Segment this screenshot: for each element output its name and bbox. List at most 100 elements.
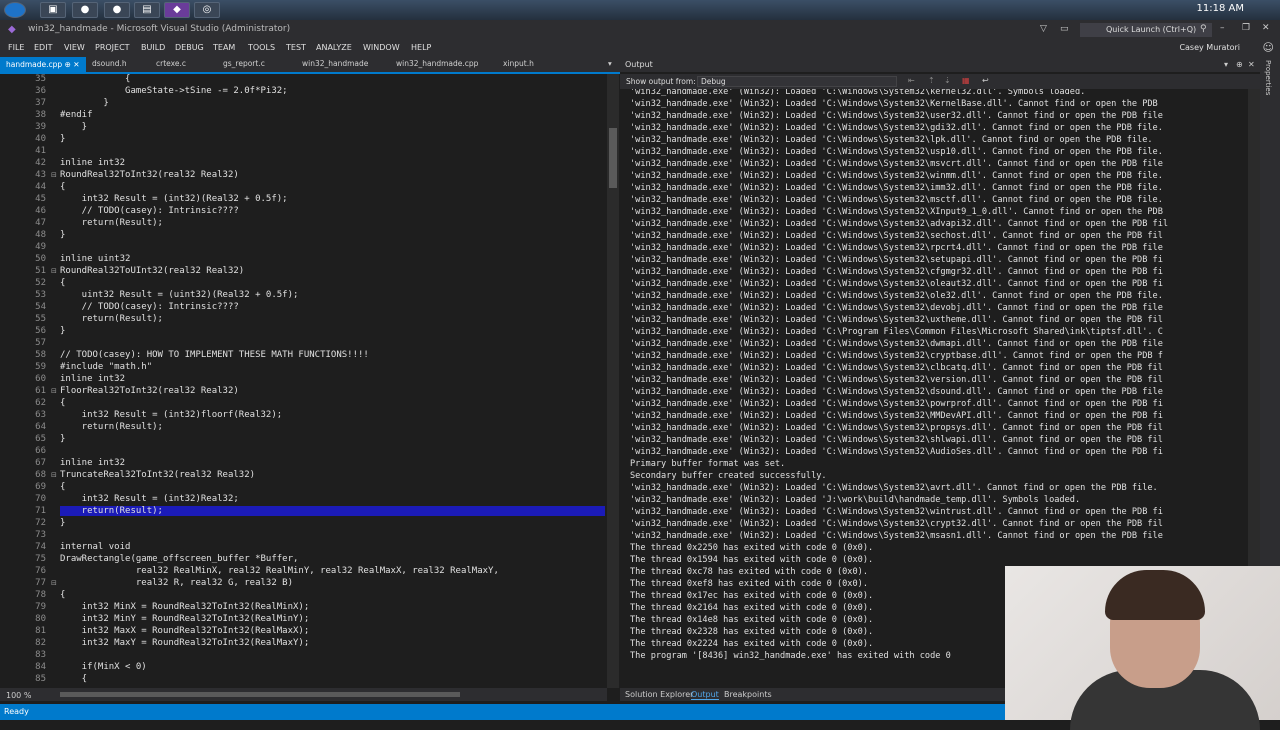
fold-toggle-icon[interactable]: ⊟ <box>51 387 57 395</box>
code-line[interactable]: RoundReal32ToUInt32(real32 Real32) <box>60 266 244 276</box>
close-tab-icon[interactable]: ✕ <box>73 60 79 69</box>
code-line[interactable]: int32 Result = (int32)floorf(Real32); <box>60 410 283 420</box>
code-editor[interactable]: 35 {36 GameState->tSine -= 2.0f*Pi32; 37 … <box>0 74 607 688</box>
code-line[interactable]: #endif <box>60 110 93 120</box>
taskbar-app-icon[interactable]: ● <box>104 2 130 18</box>
code-line[interactable]: // TODO(casey): HOW TO IMPLEMENT THESE M… <box>60 350 369 360</box>
code-line[interactable]: inline int32 <box>60 158 125 168</box>
tab-win32-handmade[interactable]: win32_handmade <box>302 59 368 68</box>
code-line[interactable]: if(MinX < 0) <box>60 662 147 672</box>
code-line[interactable]: } <box>60 434 65 444</box>
code-line[interactable]: DrawRectangle(game_offscreen_buffer *Buf… <box>60 554 298 564</box>
code-line[interactable]: inline int32 <box>60 374 125 384</box>
code-line[interactable]: } <box>60 122 87 132</box>
taskbar-app-icon[interactable]: ▤ <box>134 2 160 18</box>
menu-analyze[interactable]: ANALYZE <box>316 43 352 52</box>
output-source-select[interactable]: Debug <box>697 76 897 87</box>
code-line[interactable]: { <box>60 278 65 288</box>
tab-xinput-h[interactable]: xinput.h <box>503 59 534 68</box>
menu-help[interactable]: HELP <box>411 43 431 52</box>
fold-toggle-icon[interactable]: ⊟ <box>51 171 57 179</box>
tab-breakpoints[interactable]: Breakpoints <box>724 690 772 699</box>
fold-toggle-icon[interactable]: ⊟ <box>51 471 57 479</box>
code-line[interactable]: inline uint32 <box>60 254 130 264</box>
code-line[interactable]: real32 R, real32 G, real32 B) <box>60 578 293 588</box>
code-line[interactable]: int32 MaxX = RoundReal32ToInt32(RealMaxX… <box>60 626 310 636</box>
taskbar-app-icon[interactable]: ▣ <box>40 2 66 18</box>
menu-tools[interactable]: TOOLS <box>248 43 275 52</box>
pin-icon[interactable]: ⊕ <box>65 60 71 69</box>
code-line[interactable]: int32 MinY = RoundReal32ToInt32(RealMinY… <box>60 614 310 624</box>
word-wrap-icon[interactable]: ↩ <box>982 76 989 85</box>
taskbar-visual-studio-icon[interactable]: ◆ <box>164 2 190 18</box>
code-line[interactable]: // TODO(casey): Intrinsic???? <box>60 206 239 216</box>
filter-icon[interactable]: ▽ <box>1040 24 1047 34</box>
code-line[interactable]: { <box>60 398 65 408</box>
menu-build[interactable]: BUILD <box>141 43 165 52</box>
code-line[interactable]: FloorReal32ToInt32(real32 Real32) <box>60 386 239 396</box>
menu-project[interactable]: PROJECT <box>95 43 130 52</box>
menu-view[interactable]: VIEW <box>64 43 85 52</box>
menu-file[interactable]: FILE <box>8 43 24 52</box>
code-line[interactable]: GameState->tSine -= 2.0f*Pi32; <box>60 86 288 96</box>
taskbar-app-icon[interactable]: ● <box>72 2 98 18</box>
code-line[interactable]: real32 RealMinX, real32 RealMinY, real32… <box>60 566 499 576</box>
menu-debug[interactable]: DEBUG <box>175 43 204 52</box>
code-line-selected[interactable]: return(Result); <box>60 506 605 516</box>
tab-win32-handmade-cpp[interactable]: win32_handmade.cpp <box>396 59 478 68</box>
prev-message-icon[interactable]: ⇡ <box>928 76 935 85</box>
fold-toggle-icon[interactable]: ⊟ <box>51 267 57 275</box>
properties-tab[interactable]: Properties <box>1264 60 1272 95</box>
taskbar-app-icon[interactable]: ◎ <box>194 2 220 18</box>
code-line[interactable]: internal void <box>60 542 130 552</box>
close-panel-icon[interactable]: ✕ <box>1248 60 1255 69</box>
code-line[interactable]: int32 MaxY = RoundReal32ToInt32(RealMaxY… <box>60 638 310 648</box>
code-line[interactable]: // TODO(casey): Intrinsic???? <box>60 302 239 312</box>
code-line[interactable]: { <box>60 674 87 684</box>
zoom-level[interactable]: 100 % <box>6 691 31 700</box>
tab-overflow-icon[interactable]: ▾ <box>608 59 612 68</box>
tab-output[interactable]: Output <box>691 690 719 700</box>
code-line[interactable]: TruncateReal32ToInt32(real32 Real32) <box>60 470 255 480</box>
maximize-button[interactable]: ❐ <box>1242 23 1250 33</box>
code-line[interactable]: return(Result); <box>60 422 163 432</box>
next-message-icon[interactable]: ⇣ <box>944 76 951 85</box>
code-line[interactable]: } <box>60 518 65 528</box>
clear-all-icon[interactable]: ▦ <box>962 76 970 85</box>
tab-crtexe-c[interactable]: crtexe.c <box>156 59 186 68</box>
tab-handmade-cpp[interactable]: handmade.cpp ⊕ ✕ <box>0 57 86 72</box>
panel-dropdown-icon[interactable]: ▾ <box>1224 60 1228 69</box>
code-line[interactable]: return(Result); <box>60 218 163 228</box>
start-button[interactable] <box>4 2 26 18</box>
code-line[interactable]: { <box>60 74 130 84</box>
editor-hscroll-thumb[interactable] <box>60 692 460 697</box>
code-line[interactable]: { <box>60 590 65 600</box>
pin-icon[interactable]: ⊕ <box>1236 60 1243 69</box>
account-icon[interactable]: ☺ <box>1263 41 1274 54</box>
close-button[interactable]: ✕ <box>1262 23 1270 33</box>
fold-toggle-icon[interactable]: ⊟ <box>51 579 57 587</box>
feedback-icon[interactable]: ▭ <box>1060 24 1069 34</box>
menu-edit[interactable]: EDIT <box>34 43 52 52</box>
code-line[interactable]: uint32 Result = (uint32)(Real32 + 0.5f); <box>60 290 299 300</box>
minimize-button[interactable]: – <box>1220 23 1225 33</box>
code-line[interactable]: RoundReal32ToInt32(real32 Real32) <box>60 170 239 180</box>
code-line[interactable]: } <box>60 326 65 336</box>
code-line[interactable]: inline int32 <box>60 458 125 468</box>
menu-window[interactable]: WINDOW <box>363 43 400 52</box>
menu-team[interactable]: TEAM <box>213 43 235 52</box>
quick-launch-input[interactable]: Quick Launch (Ctrl+Q) <box>1080 23 1212 37</box>
tab-solution-explorer[interactable]: Solution Explorer <box>625 690 693 699</box>
code-line[interactable]: } <box>60 98 108 108</box>
code-line[interactable]: } <box>60 230 65 240</box>
code-line[interactable]: { <box>60 182 65 192</box>
find-message-icon[interactable]: ⇤ <box>908 76 915 85</box>
editor-scroll-thumb[interactable] <box>609 128 617 188</box>
code-line[interactable]: return(Result); <box>60 314 163 324</box>
code-line[interactable]: int32 MinX = RoundReal32ToInt32(RealMinX… <box>60 602 310 612</box>
code-line[interactable]: } <box>60 134 65 144</box>
tab-dsound-h[interactable]: dsound.h <box>92 59 127 68</box>
tab-gs-report-c[interactable]: gs_report.c <box>223 59 265 68</box>
user-name[interactable]: Casey Muratori <box>1179 43 1240 52</box>
code-line[interactable]: { <box>60 482 65 492</box>
